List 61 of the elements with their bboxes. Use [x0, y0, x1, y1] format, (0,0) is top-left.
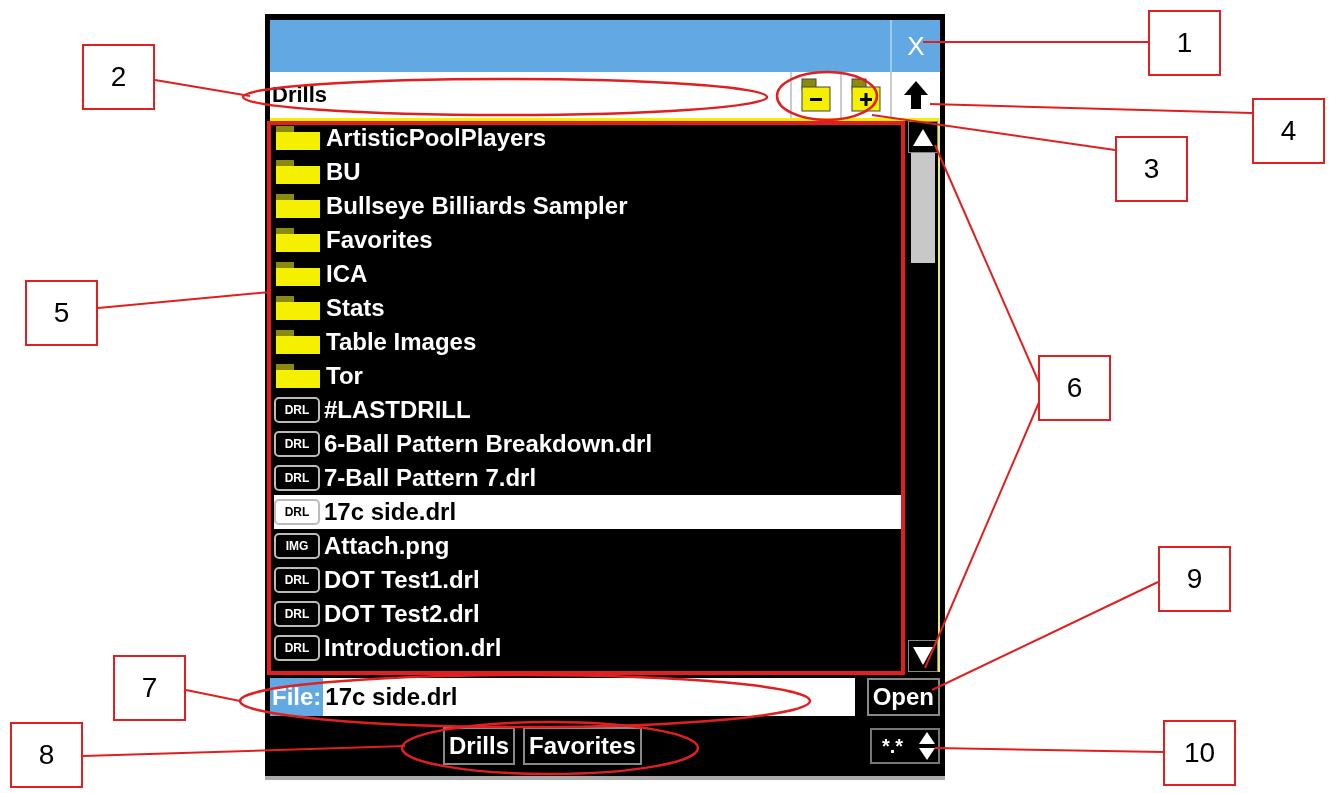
folder-plus-icon [848, 77, 884, 113]
open-button[interactable]: Open [866, 678, 940, 716]
file-type-badge: DRL [274, 397, 320, 423]
location-button[interactable]: Drills [443, 727, 516, 765]
folder-icon [274, 159, 322, 185]
item-name: Introduction.drl [324, 634, 502, 662]
file-type-badge: DRL [274, 601, 320, 627]
leader-line [185, 689, 241, 702]
location-button[interactable]: Favorites [523, 727, 642, 765]
down-triangle-icon [912, 646, 934, 666]
item-name: BU [326, 158, 361, 186]
folder-icon [274, 125, 322, 151]
item-name: DOT Test1.drl [324, 566, 480, 594]
callout-number: 4 [1252, 98, 1325, 164]
scrollbar-thumb[interactable] [911, 153, 935, 263]
scroll-down-button[interactable] [908, 640, 938, 672]
folder-icon [274, 363, 322, 389]
file-type-badge: DRL [274, 499, 320, 525]
folder-minus-icon [798, 77, 834, 113]
up-down-arrows-icon [918, 731, 936, 761]
file-type-badge: IMG [274, 533, 320, 559]
callout-number: 10 [1163, 720, 1236, 786]
filter-text: *.* [882, 734, 904, 758]
item-name: Tor [326, 362, 363, 390]
item-name: Table Images [326, 328, 477, 356]
item-name: Stats [326, 294, 385, 322]
item-name: Favorites [326, 226, 433, 254]
callout-number: 3 [1115, 136, 1188, 202]
callout-number: 2 [82, 44, 155, 110]
callout-number: 5 [25, 280, 98, 346]
file-label: File: [270, 678, 324, 716]
item-name: ICA [326, 260, 368, 288]
current-folder-path: Drills [271, 81, 328, 109]
item-name: 6-Ball Pattern Breakdown.drl [324, 430, 653, 458]
folder-icon [274, 329, 322, 355]
folder-icon [274, 295, 322, 321]
callout-number: 7 [113, 655, 186, 721]
file-type-badge: DRL [274, 465, 320, 491]
up-triangle-icon [912, 127, 934, 147]
folder-icon [274, 261, 322, 287]
callout-number: 6 [1038, 355, 1111, 421]
item-name: 7-Ball Pattern 7.drl [324, 464, 537, 492]
callout-number: 1 [1148, 10, 1221, 76]
callout-number: 9 [1158, 546, 1231, 612]
folder-icon [274, 227, 322, 253]
file-type-badge: DRL [274, 431, 320, 457]
item-name: Attach.png [324, 532, 450, 560]
file-type-badge: DRL [274, 635, 320, 661]
item-name: Bullseye Billiards Sampler [326, 192, 628, 220]
item-name: ArtisticPoolPlayers [326, 124, 547, 152]
callout-number: 8 [10, 722, 83, 788]
item-name: DOT Test2.drl [324, 600, 480, 628]
up-arrow-icon [903, 80, 929, 110]
scroll-up-button[interactable] [908, 121, 938, 153]
item-name: #LASTDRILL [324, 396, 471, 424]
file-type-badge: DRL [274, 567, 320, 593]
folder-icon [274, 193, 322, 219]
file-item[interactable]: DRL 17c side.drl [274, 495, 904, 529]
file-filter-spinner[interactable]: *.* [870, 728, 940, 764]
file-name-field[interactable]: 17c side.drl [323, 678, 855, 716]
item-name: 17c side.drl [324, 498, 457, 526]
